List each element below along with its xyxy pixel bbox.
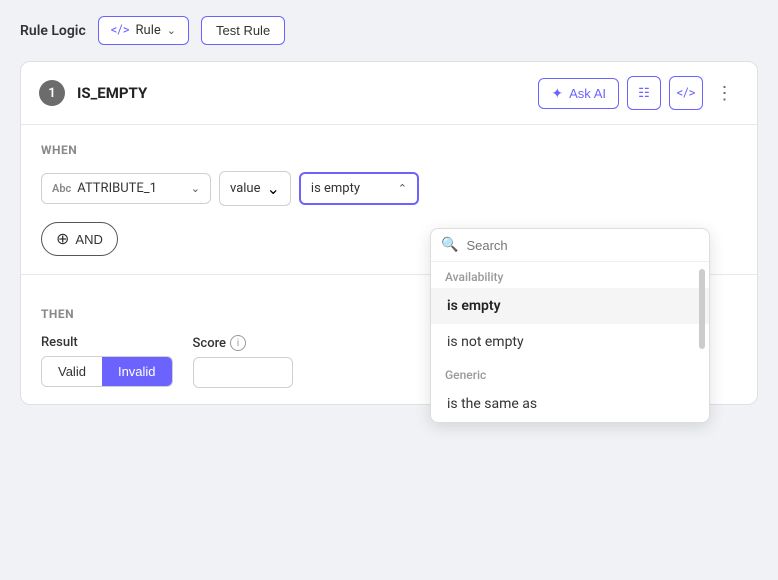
score-field: Score i xyxy=(193,335,293,388)
rule-logic-label: Rule Logic xyxy=(20,23,86,39)
condition-item-is-not-empty[interactable]: is not empty xyxy=(431,324,709,360)
info-icon: i xyxy=(230,335,246,351)
result-buttons: Valid Invalid xyxy=(41,356,173,387)
rule-dropdown-label: Rule xyxy=(136,23,161,38)
value-dropdown[interactable]: value ⌄ xyxy=(219,171,291,206)
result-label: Result xyxy=(41,335,173,350)
valid-button[interactable]: Valid xyxy=(42,357,102,386)
plus-circle-icon: ⊕ xyxy=(56,229,69,249)
dropdown-search-bar: 🔍 xyxy=(431,229,709,262)
rule-number: 1 xyxy=(39,80,65,106)
availability-section-label: Availability xyxy=(431,262,709,288)
rule-dropdown[interactable]: </> Rule ⌄ xyxy=(98,16,189,45)
vertical-dots-icon: ⋮ xyxy=(716,83,735,104)
doc-icon-button[interactable]: ☷ xyxy=(627,76,661,110)
result-field: Result Valid Invalid xyxy=(41,335,173,387)
code-tag-icon: </> xyxy=(111,23,130,38)
more-options-button[interactable]: ⋮ xyxy=(711,79,739,107)
test-rule-button[interactable]: Test Rule xyxy=(201,16,285,45)
invalid-button[interactable]: Invalid xyxy=(102,357,172,386)
ask-ai-button[interactable]: ✦ Ask AI xyxy=(538,78,619,109)
score-input[interactable] xyxy=(193,357,293,388)
when-row: Abc ATTRIBUTE_1 ⌄ value ⌄ is empty ⌃ xyxy=(41,171,737,206)
chevron-down-icon: ⌄ xyxy=(167,24,176,37)
value-label: value xyxy=(230,181,261,196)
rule-header: 1 IS_EMPTY ✦ Ask AI ☷ </> ⋮ xyxy=(21,62,757,125)
and-label: AND xyxy=(75,232,102,247)
condition-dropdown[interactable]: is empty ⌃ xyxy=(299,172,419,205)
generic-section-label: Generic xyxy=(431,360,709,386)
header-actions: ✦ Ask AI ☷ </> ⋮ xyxy=(538,76,739,110)
and-button[interactable]: ⊕ AND xyxy=(41,222,118,256)
condition-item-is-empty[interactable]: is empty xyxy=(431,288,709,324)
when-label: WHEN xyxy=(41,143,737,157)
chevron-up-icon: ⌃ xyxy=(398,182,407,195)
rule-name: IS_EMPTY xyxy=(77,84,526,102)
search-icon: 🔍 xyxy=(441,237,458,253)
chevron-down-icon: ⌄ xyxy=(191,182,200,195)
attribute-dropdown[interactable]: Abc ATTRIBUTE_1 ⌄ xyxy=(41,173,211,204)
ask-ai-label: Ask AI xyxy=(569,86,606,101)
scrollbar[interactable] xyxy=(699,269,705,349)
main-content: 1 IS_EMPTY ✦ Ask AI ☷ </> ⋮ WHEN xyxy=(0,61,778,580)
code-icon: </> xyxy=(677,86,696,101)
condition-item-is-the-same-as[interactable]: is the same as xyxy=(431,386,709,422)
chevron-down-icon: ⌄ xyxy=(267,179,280,198)
sparkle-icon: ✦ xyxy=(551,85,563,102)
dropdown-search-input[interactable] xyxy=(466,238,699,253)
score-label: Score xyxy=(193,336,226,351)
attribute-label: ATTRIBUTE_1 xyxy=(77,181,185,196)
doc-icon: ☷ xyxy=(638,86,650,101)
condition-label: is empty xyxy=(311,181,392,196)
text-type-icon: Abc xyxy=(52,182,71,195)
code-icon-button[interactable]: </> xyxy=(669,76,703,110)
top-bar: Rule Logic </> Rule ⌄ Test Rule xyxy=(0,0,778,61)
condition-dropdown-menu: 🔍 Availability is empty is not empty Gen… xyxy=(430,228,710,423)
